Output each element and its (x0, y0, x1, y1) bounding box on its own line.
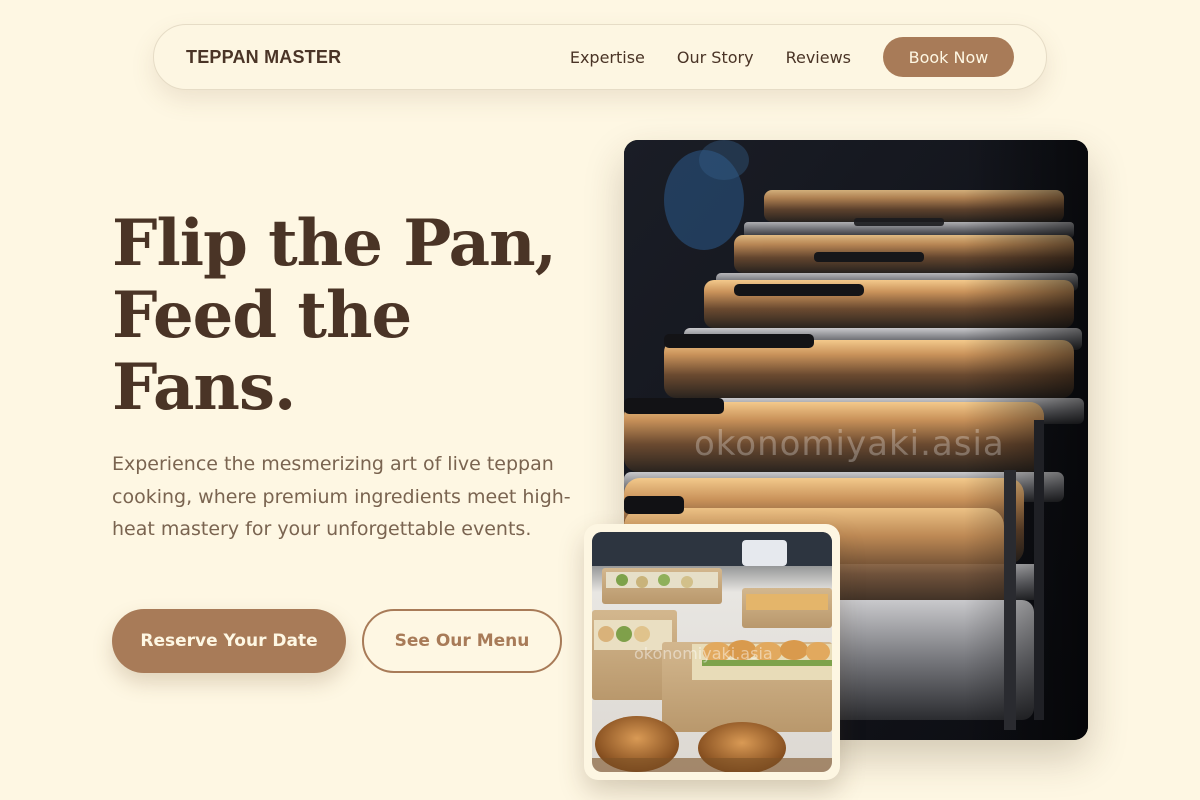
brand-logo[interactable]: TEPPAN MASTER (186, 47, 341, 68)
nav-link-reviews[interactable]: Reviews (786, 48, 851, 67)
nav-link-our-story[interactable]: Our Story (677, 48, 754, 67)
hero-description: Experience the mesmerizing art of live t… (112, 453, 571, 540)
hero-title-line-3: Fans. (112, 350, 296, 425)
nav-links: Expertise Our Story Reviews Book Now (570, 37, 1014, 77)
book-now-button[interactable]: Book Now (883, 37, 1014, 77)
card-photo-watermark: okonomiyaki.asia (634, 644, 773, 663)
reserve-date-button[interactable]: Reserve Your Date (112, 609, 346, 673)
nav-link-expertise[interactable]: Expertise (570, 48, 645, 67)
top-navbar: TEPPAN MASTER Expertise Our Story Review… (153, 24, 1047, 90)
sandwich-boxes-photo: okonomiyaki.asia (592, 532, 832, 772)
catering-photo-card: okonomiyaki.asia (584, 524, 840, 780)
see-menu-button[interactable]: See Our Menu (362, 609, 562, 673)
hero-title: Flip the Pan, Feed the Fans. (112, 208, 582, 424)
photo-watermark: okonomiyaki.asia (694, 424, 1005, 464)
hero-title-line-2: Feed the (112, 278, 412, 353)
hero-title-line-1: Flip the Pan, (112, 206, 557, 281)
page: TEPPAN MASTER Expertise Our Story Review… (0, 0, 1200, 800)
